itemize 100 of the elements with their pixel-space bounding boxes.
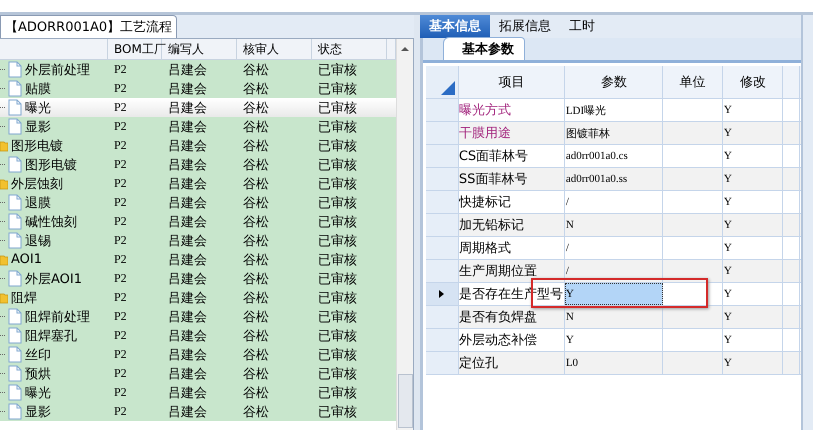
table-cell-text: 已审核 (317, 138, 358, 154)
column-header[interactable]: 项目 (458, 66, 565, 98)
table-row[interactable]: 外层动态补偿 Y Y (426, 329, 801, 352)
table-cell-text: 谷松 (242, 328, 270, 344)
table-cell-text: 吕建会 (167, 214, 208, 230)
table-cell[interactable]: L0 (564, 352, 663, 374)
sub-tab[interactable]: 基本参数 (442, 37, 525, 60)
table-cell: Y (722, 214, 783, 236)
table-cell[interactable]: / (564, 260, 663, 282)
table-row[interactable]: CS面菲林号 ad0rr001a0.cs Y (426, 145, 801, 168)
table-cell[interactable]: ad0rr001a0.ss (564, 168, 663, 190)
tab[interactable]: 拓展信息 (490, 15, 560, 38)
table-cell-text: P2 (113, 404, 128, 419)
table-cell[interactable]: Y (564, 329, 663, 351)
column-header[interactable]: 单位 (662, 66, 723, 98)
tree-item-label: 退锡 (25, 232, 51, 250)
table-cell[interactable]: / (564, 237, 663, 259)
tree-connector (0, 126, 5, 127)
table-cell[interactable]: 图镀菲林 (564, 122, 663, 144)
table-cell-text: P2 (113, 81, 128, 96)
table-cell-text: P2 (113, 157, 128, 172)
table-cell-text: 谷松 (242, 384, 270, 402)
table-cell-text: 吕建会 (167, 156, 208, 174)
tree-item-label: 图形电镀 (25, 156, 77, 174)
table-cell[interactable]: LDI曝光 (564, 99, 663, 121)
folder-icon (0, 292, 8, 304)
panel-tab[interactable]: 【ADORR001A0】工艺流程 (0, 15, 178, 38)
tree-connector (0, 107, 5, 108)
table-cell-text: P2 (113, 252, 128, 267)
table-cell-text: 吕建会 (167, 194, 208, 212)
document-icon (8, 403, 22, 420)
table-cell-text: P2 (113, 176, 128, 191)
table-cell[interactable]: / (564, 191, 663, 213)
table-cell-text: 谷松 (242, 80, 270, 98)
tab[interactable]: 工时 (560, 15, 604, 38)
column-header[interactable]: 状态 (312, 39, 387, 59)
tree-item-label: 曝光 (25, 384, 51, 402)
table-row[interactable]: 生产周期位置 / Y (426, 260, 801, 283)
tree-connector (0, 88, 5, 89)
tree-item-label: 阻焊塞孔 (25, 328, 77, 344)
table-cell-text: 已审核 (317, 194, 358, 212)
table-cell-text: 吕建会 (167, 366, 208, 382)
tree-connector (0, 164, 5, 165)
table-cell-text: 已审核 (317, 80, 358, 98)
tree-item-label: 碱性蚀刻 (25, 214, 77, 230)
table-cell-text: 已审核 (317, 232, 358, 250)
row-selector[interactable] (426, 283, 459, 305)
table-row[interactable]: 曝光方式 LDI曝光 Y (426, 99, 801, 122)
tree-row[interactable]: 曝光 P2 吕建会 谷松 已审核 (0, 98, 396, 117)
column-header[interactable]: 编写人 (162, 39, 237, 59)
table-cell-text: 吕建会 (167, 290, 208, 306)
table-cell[interactable]: N (564, 306, 663, 328)
table-cell: 加无铅标记 (458, 214, 565, 236)
table-row[interactable]: SS面菲林号 ad0rr001a0.ss Y (426, 168, 801, 191)
table-cell: Y (722, 306, 783, 328)
scrollbar-thumb[interactable] (398, 374, 412, 428)
table-row[interactable]: 干膜用途 图镀菲林 Y (426, 122, 801, 145)
table-cell-text: 吕建会 (167, 176, 208, 192)
table-row[interactable]: 周期格式 / Y (426, 237, 801, 260)
column-header[interactable]: 修改 (722, 66, 783, 98)
table-cell[interactable]: Y (564, 283, 663, 305)
column-header[interactable]: 核审人 (237, 39, 312, 59)
table-row[interactable]: 快捷标记 / Y (426, 191, 801, 214)
table-cell: Y (722, 99, 783, 121)
table-cell: 曝光方式 (458, 99, 565, 121)
table-cell-text: 已审核 (317, 308, 358, 326)
table-cell-text: P2 (113, 366, 128, 381)
table-cell: Y (722, 168, 783, 190)
document-icon (8, 365, 22, 382)
tab[interactable]: 基本信息 (420, 15, 490, 38)
table-cell-text: 已审核 (317, 156, 358, 174)
table-cell-text: P2 (113, 195, 128, 210)
tree-item-label: 预烘 (25, 366, 51, 382)
table-cell[interactable]: N (564, 214, 663, 236)
document-icon (8, 232, 22, 249)
tree-connector (0, 69, 5, 70)
table-cell-text: 已审核 (317, 346, 358, 364)
column-header[interactable]: 参数 (564, 66, 663, 98)
tree-connector (0, 240, 5, 241)
corner-triangle-icon (440, 81, 455, 95)
table-cell-text: 谷松 (242, 156, 270, 174)
table-cell: CS面菲林号 (458, 145, 565, 167)
table-cell-text: 已审核 (317, 214, 358, 230)
table-cell-text: P2 (113, 233, 128, 248)
scrollbar[interactable] (396, 39, 413, 430)
table-cell-text: 谷松 (242, 232, 270, 250)
tree-item-label: 外层AOI1 (25, 270, 82, 288)
table-cell-text: 已审核 (317, 290, 358, 306)
table-cell[interactable]: ad0rr001a0.cs (564, 145, 663, 167)
table-cell: Y (722, 352, 783, 374)
table-cell: Y (722, 283, 783, 305)
scroll-up-icon[interactable] (400, 45, 410, 53)
table-row[interactable]: 加无铅标记 N Y (426, 214, 801, 237)
table-row[interactable]: 是否有负焊盘 N Y (426, 306, 801, 329)
table-cell-text: 已审核 (317, 62, 358, 78)
table-cell-text: 已审核 (317, 252, 358, 268)
table-cell-text: 吕建会 (167, 384, 208, 402)
table-row[interactable]: 定位孔 L0 Y (426, 352, 801, 375)
table-cell-text: 已审核 (317, 270, 358, 288)
table-cell-text: 谷松 (242, 138, 270, 154)
